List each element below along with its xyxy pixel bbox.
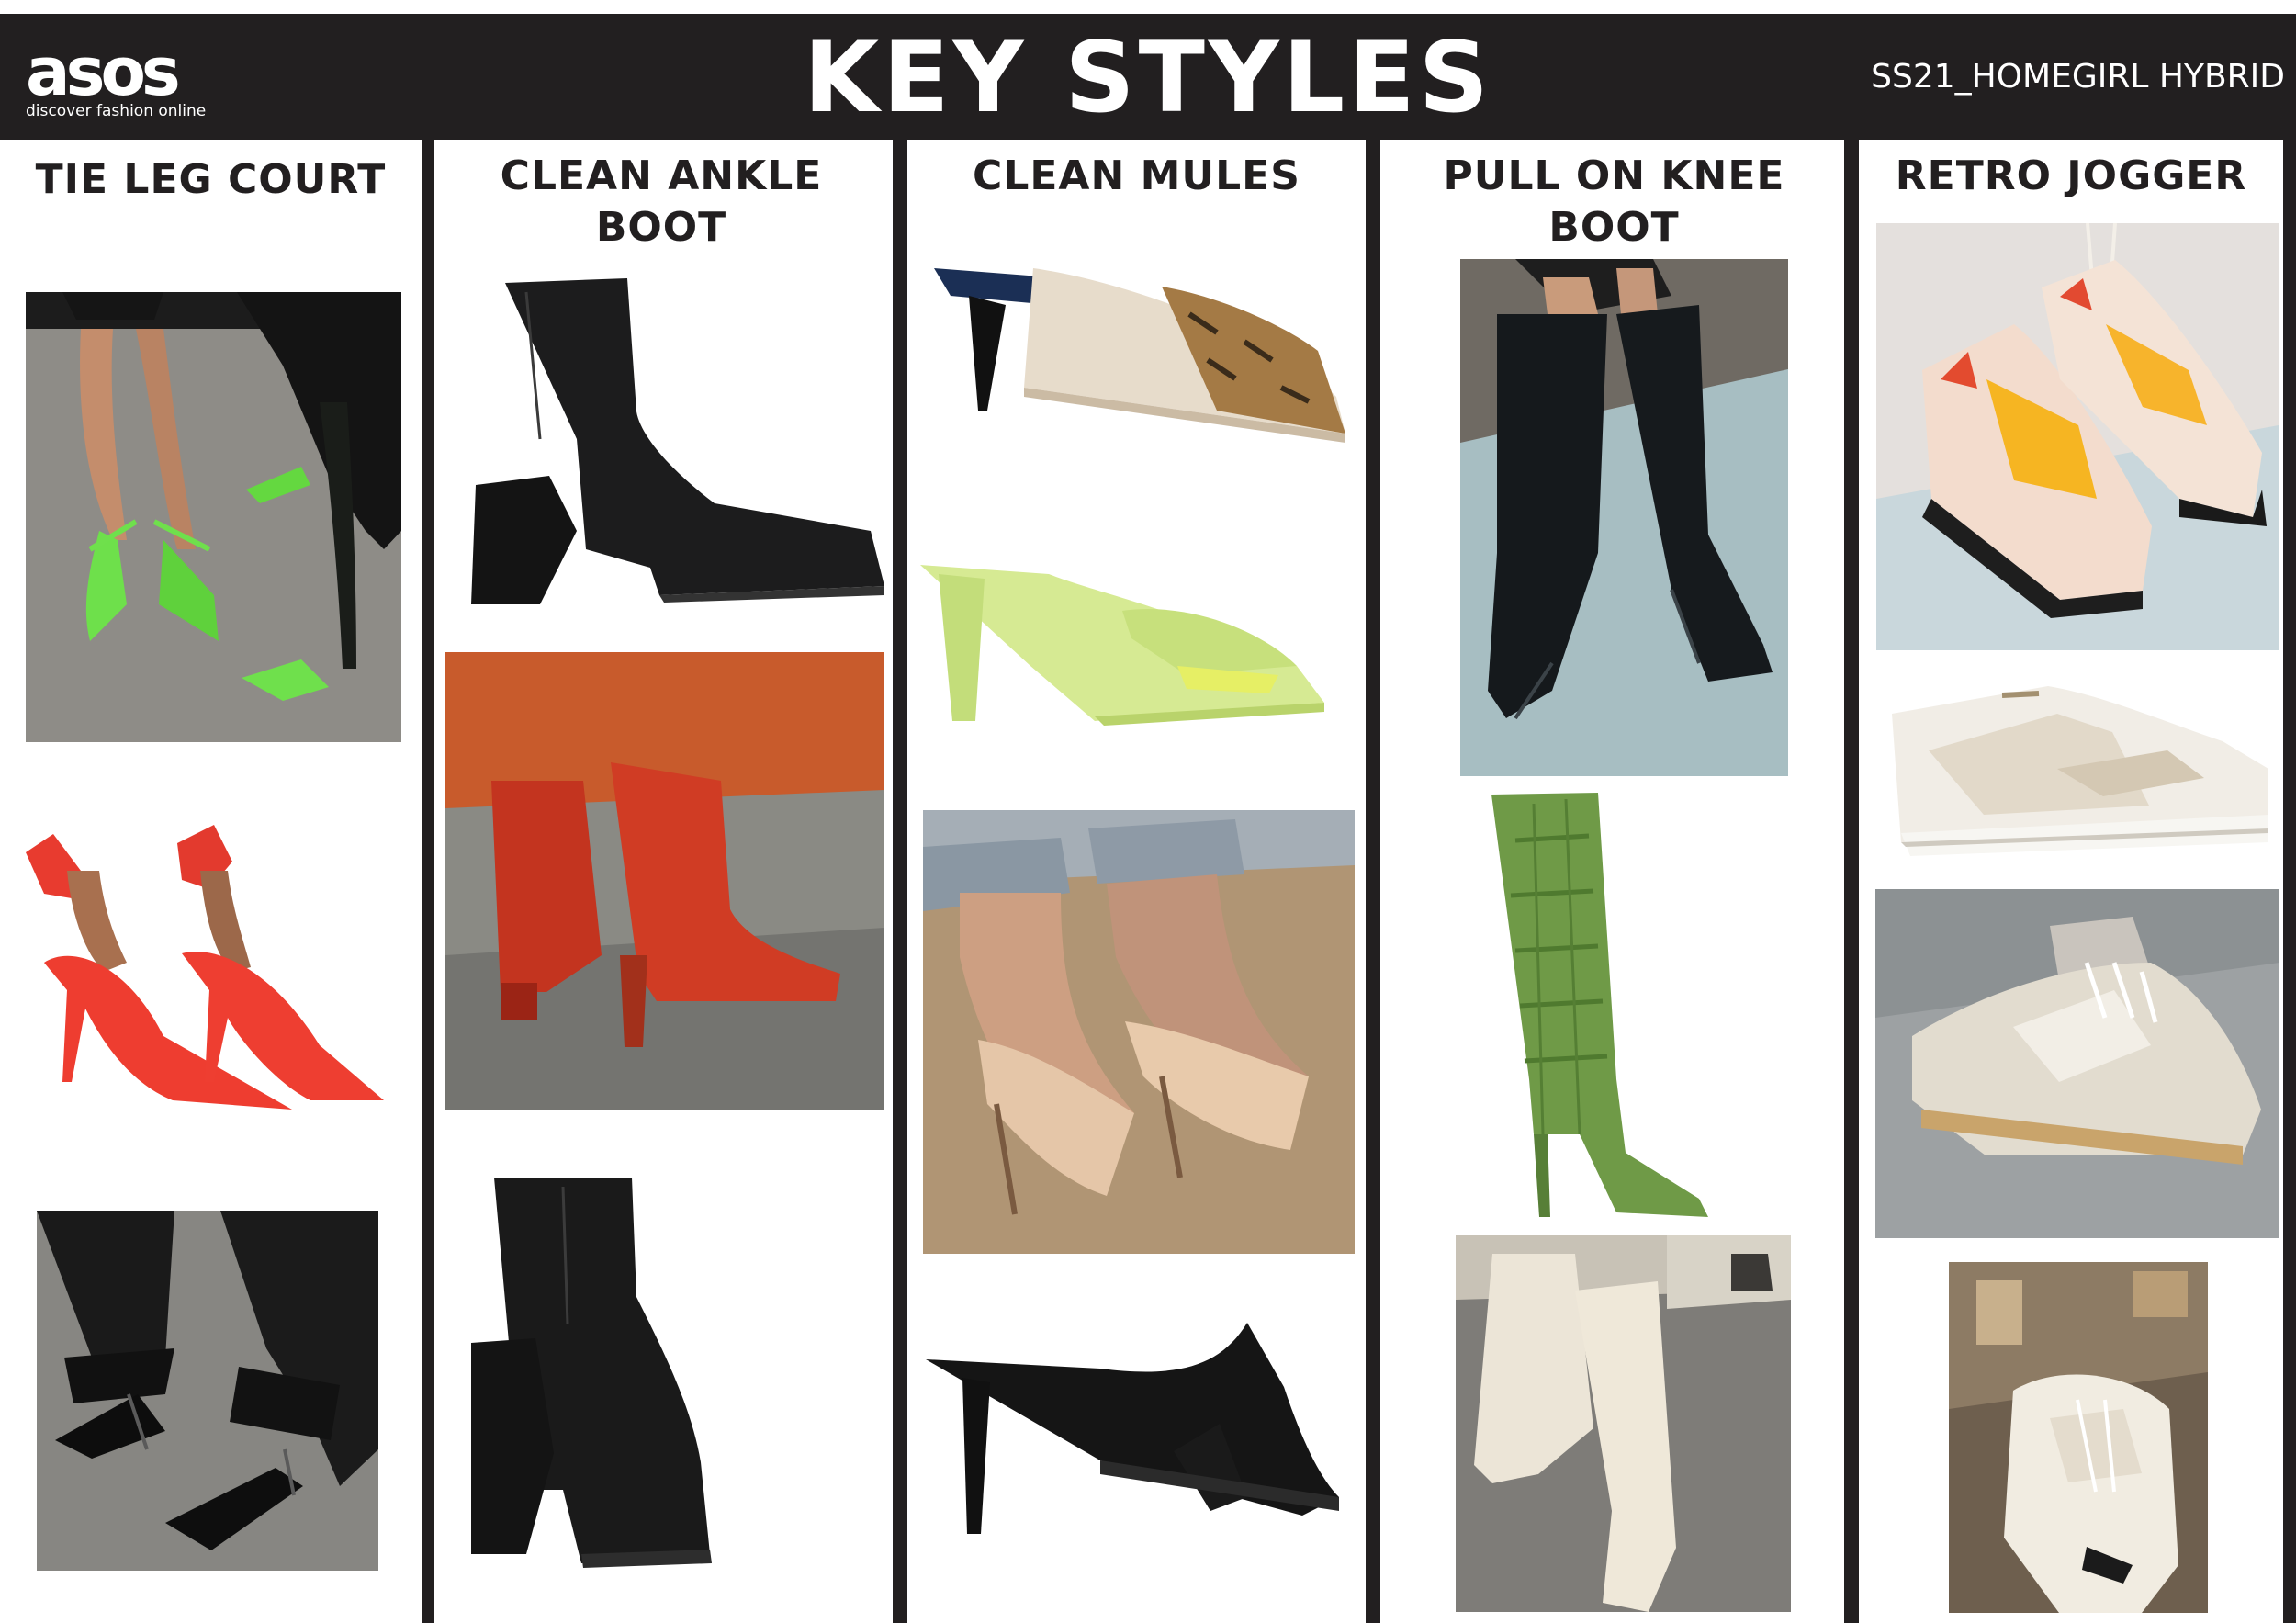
green-tie-leg-court-legs-photo — [26, 292, 401, 742]
season-label: SS21_HOMEGIRL HYBRID — [1871, 58, 2285, 96]
white-retro-sneaker-photo — [1874, 659, 2282, 879]
header-bar: asos discover fashion online KEY STYLES … — [0, 14, 2296, 140]
beige-jogger-on-foot-photo — [1875, 889, 2279, 1238]
green-croc-knee-boot-photo — [1479, 785, 1782, 1224]
column-divider — [422, 140, 434, 1623]
white-chunky-sneaker-photo — [1949, 1262, 2208, 1613]
lime-green-mule-photo — [911, 537, 1359, 736]
red-ankle-boots-photo — [445, 652, 884, 1110]
black-ankle-boot-block-heel-photo — [453, 1159, 877, 1591]
black-ankle-boot-sculpted-heel-photo — [439, 255, 887, 632]
hanging-retro-sneakers-photo — [1876, 223, 2279, 650]
nude-mules-on-feet-photo — [923, 810, 1355, 1254]
column-divider — [1844, 140, 1859, 1623]
column-divider — [2283, 140, 2296, 1623]
cream-knee-boots-street-photo — [1456, 1235, 1791, 1612]
column-title-tie-leg-court: TIE LEG COURT — [35, 156, 387, 203]
column-title-retro-jogger: RETRO JOGGER — [1895, 152, 2247, 199]
column-title-clean-ankle-boot: CLEAN ANKLE BOOT — [500, 152, 823, 251]
column-divider — [1366, 140, 1380, 1623]
snakeskin-cream-mule-photo — [914, 213, 1364, 472]
black-knee-boot-on-leg-photo — [1460, 259, 1788, 776]
black-pointed-courts-tie-trousers-photo — [37, 1211, 378, 1571]
column-title-pull-on-knee-boot: PULL ON KNEE BOOT — [1443, 152, 1785, 251]
column-title-clean-mules: CLEAN MULES — [973, 152, 1300, 199]
column-divider — [893, 140, 907, 1623]
black-toe-loop-mule-photo — [917, 1313, 1357, 1552]
red-tie-leg-court-pumps-photo — [17, 806, 388, 1137]
